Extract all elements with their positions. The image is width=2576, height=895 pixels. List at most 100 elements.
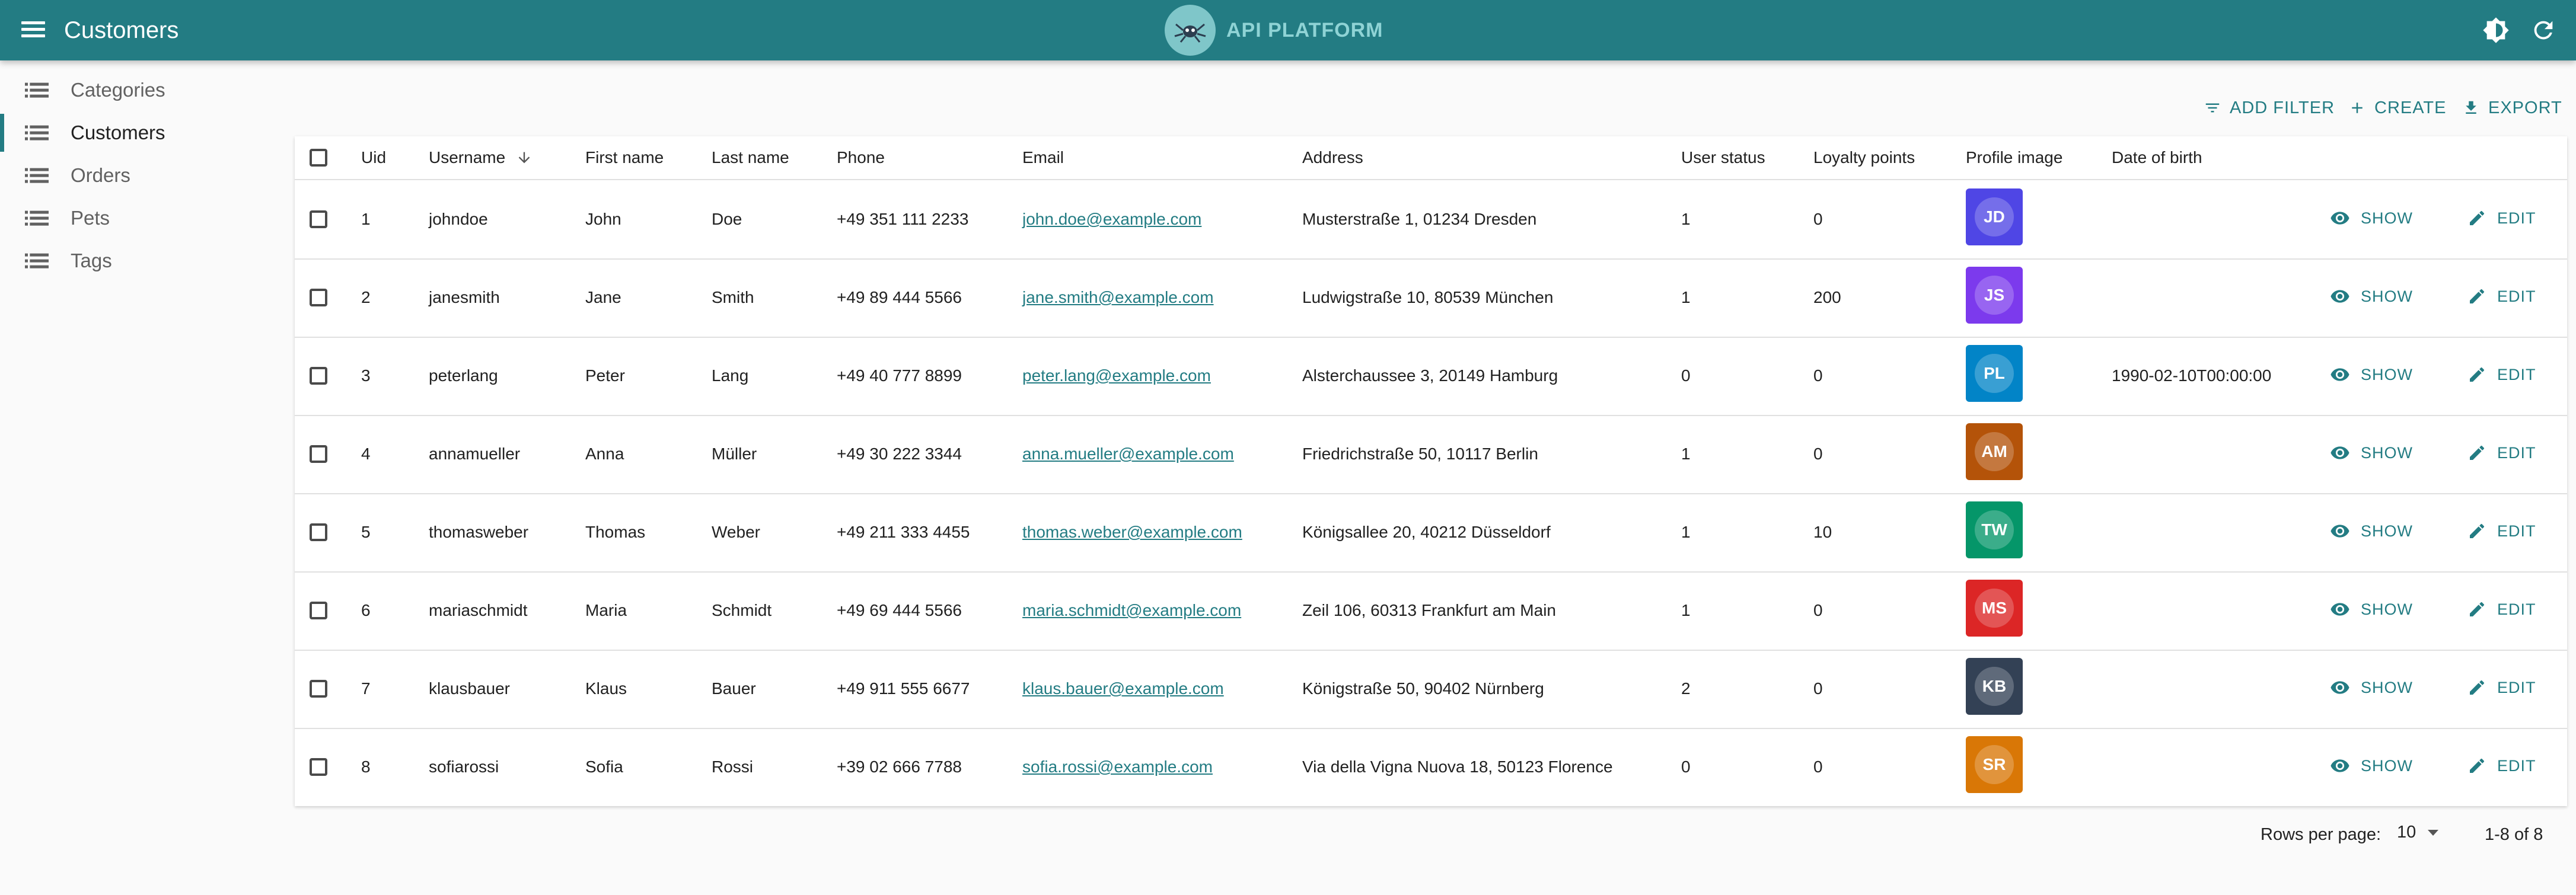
- edit-label: EDIT: [2497, 209, 2536, 227]
- profile-image: AM: [1966, 423, 2023, 480]
- column-header-profile-image[interactable]: Profile image: [1966, 147, 2062, 168]
- cell-address: Alsterchaussee 3, 20149 Hamburg: [1302, 366, 1558, 385]
- table-row[interactable]: 3 peterlang Peter Lang +49 40 777 8899 peter.…: [295, 337, 2567, 416]
- cell-phone: +49 40 777 8899: [837, 366, 962, 385]
- cell-user-status: 1: [1681, 601, 1691, 619]
- column-header-date-of-birth[interactable]: Date of birth: [2112, 147, 2202, 168]
- download-icon: [2466, 101, 2476, 114]
- table-row[interactable]: 4 annamueller Anna Müller +49 30 222 3344 ann…: [295, 415, 2567, 494]
- cell-uid: 8: [361, 757, 371, 776]
- table-row[interactable]: 2 janesmith Jane Smith +49 89 444 5566 jane.s…: [295, 258, 2567, 338]
- cell-first-name: John: [585, 210, 621, 228]
- cell-address: Via della Vigna Nuova 18, 50123 Florence: [1302, 757, 1613, 776]
- edit-button[interactable]: EDIT: [2467, 363, 2536, 386]
- edit-button[interactable]: EDIT: [2467, 285, 2536, 308]
- sidebar-item-label: Customers: [71, 122, 165, 143]
- table-row[interactable]: 6 mariaschmidt Maria Schmidt +49 69 444 5566…: [295, 571, 2567, 651]
- edit-button[interactable]: EDIT: [2467, 441, 2536, 465]
- show-button[interactable]: SHOW: [2330, 363, 2413, 386]
- cell-email[interactable]: klaus.bauer@example.com: [1022, 678, 1224, 699]
- export-button[interactable]: EXPORT: [2462, 95, 2562, 121]
- pencil-icon: [2470, 523, 2485, 538]
- select-all-checkbox[interactable]: [310, 149, 327, 167]
- row-checkbox[interactable]: [310, 602, 327, 619]
- cell-email[interactable]: thomas.weber@example.com: [1022, 522, 1242, 543]
- sidebar-item-pets[interactable]: Pets: [0, 199, 273, 237]
- cell-email[interactable]: maria.schmidt@example.com: [1022, 600, 1241, 621]
- show-button[interactable]: SHOW: [2330, 754, 2413, 778]
- eye-icon: [2330, 446, 2349, 459]
- show-label: SHOW: [2361, 443, 2413, 462]
- cell-email[interactable]: john.doe@example.com: [1022, 209, 1201, 230]
- logo-text: API PLATFORM: [1226, 18, 1383, 41]
- column-header-phone[interactable]: Phone: [837, 147, 885, 168]
- row-checkbox[interactable]: [310, 210, 327, 228]
- edit-label: EDIT: [2497, 678, 2536, 696]
- column-header-loyalty-points[interactable]: Loyalty points: [1813, 147, 1915, 168]
- sidebar-item-tags[interactable]: Tags: [0, 242, 273, 280]
- column-header-last-name[interactable]: Last name: [712, 147, 789, 168]
- edit-button[interactable]: EDIT: [2467, 597, 2536, 621]
- eye-icon: [2330, 212, 2349, 225]
- row-checkbox[interactable]: [310, 758, 327, 776]
- create-button[interactable]: CREATE: [2348, 95, 2446, 121]
- add-filter-button[interactable]: ADD FILTER: [2204, 95, 2335, 121]
- table-row[interactable]: 8 sofiarossi Sofia Rossi +39 02 666 7788 sofi…: [295, 728, 2567, 806]
- show-button[interactable]: SHOW: [2330, 285, 2413, 308]
- column-header-uid[interactable]: Uid: [361, 147, 386, 168]
- edit-button[interactable]: EDIT: [2467, 519, 2536, 543]
- rows-per-page-select[interactable]: 10: [2397, 823, 2439, 842]
- refresh-icon[interactable]: [2530, 17, 2557, 44]
- column-header-first-name[interactable]: First name: [585, 147, 664, 168]
- sidebar-item-orders[interactable]: Orders: [0, 156, 273, 194]
- edit-button[interactable]: EDIT: [2467, 676, 2536, 699]
- column-header-email[interactable]: Email: [1022, 147, 1064, 168]
- theme-toggle-icon[interactable]: [2482, 17, 2510, 44]
- cell-email[interactable]: sofia.rossi@example.com: [1022, 756, 1213, 778]
- menu-icon[interactable]: [20, 18, 46, 44]
- show-button[interactable]: SHOW: [2330, 676, 2413, 699]
- cell-username: klausbauer: [429, 679, 510, 698]
- export-label: EXPORT: [2488, 98, 2562, 117]
- cell-first-name: Thomas: [585, 523, 646, 541]
- sidebar-item-customers[interactable]: Customers: [0, 114, 277, 152]
- sidebar-item-label: Categories: [71, 79, 165, 101]
- sort-arrow-down-icon: [518, 152, 530, 164]
- profile-image: SR: [1966, 736, 2023, 793]
- edit-button[interactable]: EDIT: [2467, 754, 2536, 778]
- cell-last-name: Lang: [712, 366, 749, 385]
- show-button[interactable]: SHOW: [2330, 206, 2413, 230]
- caret-down-icon: [2428, 829, 2439, 836]
- column-header-address[interactable]: Address: [1302, 147, 1363, 168]
- row-checkbox[interactable]: [310, 367, 327, 385]
- create-label: CREATE: [2374, 98, 2447, 117]
- cell-user-status: 0: [1681, 757, 1691, 776]
- column-header-user-status[interactable]: User status: [1681, 147, 1765, 168]
- filter-icon: [2205, 103, 2220, 113]
- cell-email[interactable]: peter.lang@example.com: [1022, 365, 1211, 386]
- row-checkbox[interactable]: [310, 680, 327, 698]
- column-header-username[interactable]: Username: [429, 147, 533, 168]
- cell-user-status: 1: [1681, 445, 1691, 463]
- row-checkbox[interactable]: [310, 289, 327, 306]
- row-checkbox[interactable]: [310, 445, 327, 463]
- edit-button[interactable]: EDIT: [2467, 206, 2536, 230]
- cell-loyalty-points: 0: [1813, 601, 1823, 619]
- show-label: SHOW: [2361, 287, 2413, 305]
- pencil-icon: [2470, 680, 2485, 695]
- show-button[interactable]: SHOW: [2330, 519, 2413, 543]
- pagination-range: 1-8 of 8: [2485, 825, 2543, 844]
- table-row[interactable]: 7 klausbauer Klaus Bauer +49 911 555 6677 kla…: [295, 650, 2567, 729]
- cell-address: Königstraße 50, 90402 Nürnberg: [1302, 679, 1544, 698]
- eye-icon: [2330, 290, 2349, 303]
- show-button[interactable]: SHOW: [2330, 441, 2413, 465]
- cell-first-name: Anna: [585, 445, 624, 463]
- cell-email[interactable]: anna.mueller@example.com: [1022, 443, 1234, 465]
- row-checkbox[interactable]: [310, 523, 327, 541]
- table-row[interactable]: 1 johndoe John Doe +49 351 111 2233 john.doe@…: [295, 180, 2567, 260]
- cell-loyalty-points: 0: [1813, 445, 1823, 463]
- sidebar-item-categories[interactable]: Categories: [0, 71, 273, 109]
- table-row[interactable]: 5 thomasweber Thomas Weber +49 211 333 4455 t…: [295, 493, 2567, 573]
- show-button[interactable]: SHOW: [2330, 597, 2413, 621]
- cell-email[interactable]: jane.smith@example.com: [1022, 287, 1214, 308]
